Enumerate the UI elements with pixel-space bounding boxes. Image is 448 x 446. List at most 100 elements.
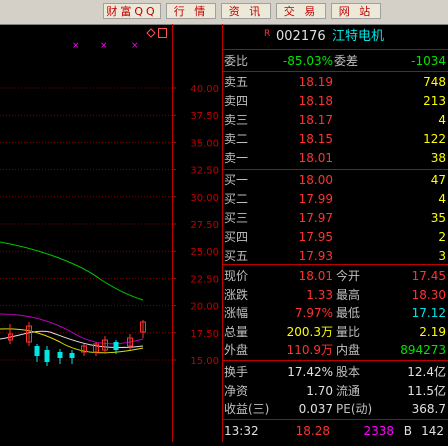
quote-value-2: 18.30	[411, 287, 446, 302]
diff-label: 委差	[334, 54, 359, 68]
sell-level-label: 卖三	[224, 113, 249, 127]
news-button[interactable]: 资 讯	[221, 3, 271, 19]
x-marker-icon: ×	[72, 41, 80, 51]
price-tick-label: 22.50	[190, 274, 219, 285]
quote-panel: R 002176 江特电机 委比 -85.03% 委差 -1034 卖五 18.1…	[222, 24, 448, 442]
quote-row[interactable]: 涨幅 7.97% 最低 17.12	[222, 304, 448, 322]
tick-row: 13:32 18.28 2338 B 142	[222, 422, 448, 440]
sell-level-row[interactable]: 卖四 18.18 213	[222, 92, 448, 110]
sell-level-label: 卖二	[224, 132, 249, 146]
buy-level-label: 买三	[224, 211, 249, 225]
top-toolbar: 财富QQ 行 情 资 讯 交 易 网 站	[0, 0, 448, 25]
fund-value-2: 11.5亿	[407, 383, 446, 398]
sell-volume: 4	[438, 113, 446, 127]
price-tick-label: 27.50	[190, 220, 219, 231]
sell-level-row[interactable]: 卖一 18.01 38	[222, 149, 448, 167]
trade-button[interactable]: 交 易	[276, 3, 326, 19]
fund-row[interactable]: 换手 17.42% 股本 12.4亿	[222, 363, 448, 381]
buy-volume: 35	[430, 211, 446, 225]
quote-value: 110.9万	[286, 343, 333, 358]
fund-row[interactable]: 净资 1.70 流通 11.5亿	[222, 382, 448, 400]
quote-value-2: 17.12	[411, 306, 446, 321]
fund-label: 净资	[224, 383, 249, 398]
price-tick-label: 35.00	[190, 138, 219, 149]
price-tick-label: 30.00	[190, 193, 219, 204]
r-mark: R	[264, 29, 271, 39]
quote-row[interactable]: 涨跌 1.33 最高 18.30	[222, 286, 448, 304]
quote-label-2: 最高	[336, 287, 361, 302]
fund-row[interactable]: 收益(三) 0.037 PE(动) 368.7	[222, 400, 448, 418]
stock-header: R 002176 江特电机	[222, 28, 448, 46]
quote-label-2: 今开	[336, 269, 361, 283]
ma-white-line	[0, 330, 144, 349]
quote-row[interactable]: 外盘 110.9万 内盘 894273	[222, 341, 448, 359]
diamond-icon[interactable]	[146, 28, 156, 38]
sell-level-label: 卖四	[224, 94, 249, 108]
price-tick-label: 15.00	[190, 356, 219, 367]
buy-level-row[interactable]: 买一 18.00 47	[222, 171, 448, 189]
quote-value-2: 2.19	[419, 324, 446, 339]
buy-price: 17.97	[298, 211, 333, 225]
price-tick-label: 17.50	[190, 329, 219, 340]
quote-value: 7.97%	[294, 306, 333, 321]
quote-value-2: 17.45	[411, 269, 446, 283]
tick-price: 18.28	[295, 424, 330, 438]
kline-chart[interactable]: 40.00 37.50 35.00 32.50 30.00 27.50 25.00 22.50…	[0, 24, 222, 442]
price-tick-label: 20.00	[190, 302, 219, 313]
fund-label: 换手	[224, 365, 249, 379]
sell-level-label: 卖一	[224, 151, 249, 165]
price-tick-label: 37.50	[190, 111, 219, 122]
x-marker-icon: ×	[131, 41, 139, 51]
buy-level-row[interactable]: 买二 17.99 4	[222, 190, 448, 208]
sell-volume: 122	[423, 132, 446, 146]
square-icon[interactable]	[158, 28, 167, 38]
quote-row[interactable]: 现价 18.01 今开 17.45	[222, 267, 448, 285]
sell-level-row[interactable]: 卖二 18.15 122	[222, 130, 448, 148]
quote-value: 1.33	[306, 287, 333, 302]
buy-level-row[interactable]: 买三 17.97 35	[222, 209, 448, 227]
stock-name[interactable]: 江特电机	[332, 28, 384, 46]
fund-value: 1.70	[306, 383, 333, 398]
sell-level-row[interactable]: 卖五 18.19 748	[222, 73, 448, 91]
fund-label: 收益(三)	[224, 402, 270, 417]
stock-code[interactable]: 002176	[276, 28, 326, 46]
sell-price: 18.19	[298, 75, 333, 89]
tick-side: B	[403, 424, 412, 438]
buy-level-label: 买五	[224, 249, 249, 263]
sell-level-row[interactable]: 卖三 18.17 4	[222, 111, 448, 129]
fund-value-2: 368.7	[411, 402, 446, 417]
quote-label-2: 最低	[336, 306, 361, 321]
quote-value: 18.01	[298, 269, 333, 283]
buy-level-row[interactable]: 买五 17.93 3	[222, 247, 448, 265]
quote-label: 涨幅	[224, 306, 249, 321]
buy-price: 17.99	[298, 192, 333, 206]
sell-volume: 38	[430, 151, 446, 165]
buy-level-label: 买一	[224, 173, 249, 187]
ratio-value: -85.03%	[282, 54, 333, 68]
buy-level-row[interactable]: 买四 17.95 2	[222, 228, 448, 246]
quote-label: 外盘	[224, 343, 249, 358]
quote-label: 总量	[224, 324, 249, 339]
caifu-qq-button[interactable]: 财富QQ	[103, 3, 161, 19]
buy-volume: 4	[438, 192, 446, 206]
sell-price: 18.01	[298, 151, 333, 165]
website-button[interactable]: 网 站	[331, 3, 381, 19]
fund-label-2: 流通	[336, 383, 361, 398]
fund-label-2: PE(动)	[336, 402, 373, 417]
sell-price: 18.17	[298, 113, 333, 127]
buy-level-label: 买二	[224, 192, 249, 206]
quote-label-2: 内盘	[336, 343, 361, 358]
sell-volume: 213	[423, 94, 446, 108]
fund-value-2: 12.4亿	[407, 365, 446, 379]
quote-row[interactable]: 总量 200.3万 量比 2.19	[222, 323, 448, 341]
quotes-button[interactable]: 行 情	[166, 3, 216, 19]
tick-count: 142	[421, 424, 444, 438]
buy-volume: 47	[430, 173, 446, 187]
fund-value: 0.037	[298, 402, 333, 417]
quote-value-2: 894273	[400, 343, 446, 358]
buy-volume: 2	[438, 230, 446, 244]
fund-value: 17.42%	[287, 365, 333, 379]
x-marker-icon: ×	[100, 41, 108, 51]
quote-value: 200.3万	[286, 324, 333, 339]
sell-price: 18.18	[298, 94, 333, 108]
